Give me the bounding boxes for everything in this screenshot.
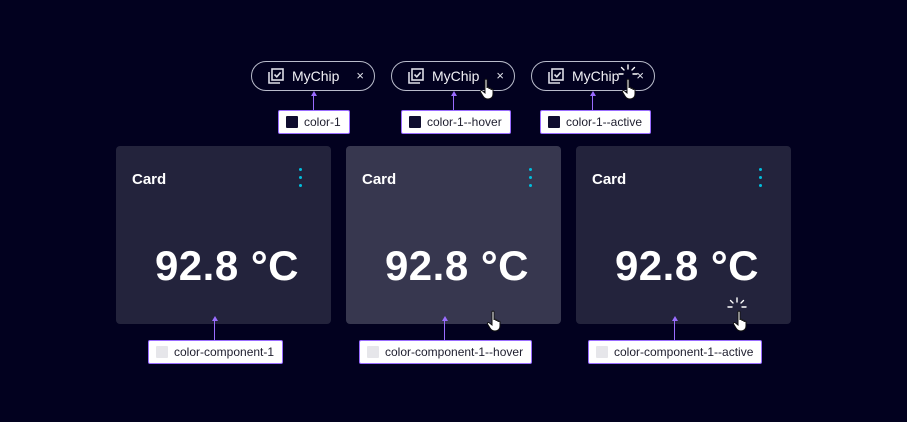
annotation-line xyxy=(592,95,593,111)
chip-default[interactable]: MyChip × xyxy=(251,61,375,91)
card-value: 92.8 °C xyxy=(614,242,759,289)
annotation-line xyxy=(313,95,314,111)
checkbox-stack-icon xyxy=(268,68,284,84)
color-swatch xyxy=(286,116,298,128)
color-token-label: color-component-1--active xyxy=(588,340,763,364)
annotation-arrow xyxy=(311,91,317,96)
color-swatch xyxy=(548,116,560,128)
color-token-label: color-1 xyxy=(278,110,350,134)
close-icon[interactable]: × xyxy=(356,68,364,84)
kebab-menu-icon[interactable] xyxy=(759,168,763,190)
token-name: color-component-1--hover xyxy=(385,345,524,359)
checkbox-stack-icon xyxy=(548,68,564,84)
annotation-arrow xyxy=(442,316,448,321)
card-default[interactable]: Card 92.8 °C xyxy=(116,146,331,324)
hand-pointer-icon xyxy=(486,310,501,332)
kebab-menu-icon[interactable] xyxy=(299,168,303,190)
chip-label: MyChip xyxy=(572,68,620,84)
annotation-line xyxy=(214,320,215,340)
checkbox-stack-icon xyxy=(408,68,424,84)
token-name: color-1--active xyxy=(566,115,643,129)
token-name: color-1--hover xyxy=(427,115,502,129)
annotation-line xyxy=(453,95,454,111)
annotation-line xyxy=(674,320,675,340)
color-swatch xyxy=(596,346,608,358)
color-swatch xyxy=(367,346,379,358)
kebab-menu-icon[interactable] xyxy=(529,168,533,190)
token-name: color-1 xyxy=(304,115,341,129)
card-title: Card xyxy=(592,171,627,188)
hand-pointer-icon xyxy=(479,78,494,100)
color-token-label: color-1--active xyxy=(540,110,652,134)
close-icon[interactable]: × xyxy=(496,68,504,84)
token-name: color-component-1--active xyxy=(614,345,754,359)
color-token-label: color-1--hover xyxy=(401,110,511,134)
color-token-label: color-component-1 xyxy=(148,340,284,364)
hand-pointer-icon xyxy=(732,310,747,332)
card-value: 92.8 °C xyxy=(384,242,529,289)
annotation-arrow xyxy=(451,91,457,96)
card-active[interactable]: Card 92.8 °C xyxy=(576,146,791,324)
chip-label: MyChip xyxy=(292,68,340,84)
chip-label: MyChip xyxy=(432,68,480,84)
annotation-arrow xyxy=(590,91,596,96)
annotation-line xyxy=(444,320,445,340)
card-hover[interactable]: Card 92.8 °C xyxy=(346,146,561,324)
color-token-label: color-component-1--hover xyxy=(359,340,533,364)
color-swatch xyxy=(156,346,168,358)
card-value: 92.8 °C xyxy=(154,242,299,289)
color-swatch xyxy=(409,116,421,128)
annotation-arrow xyxy=(212,316,218,321)
hand-pointer-icon xyxy=(621,78,636,100)
annotation-arrow xyxy=(672,316,678,321)
card-title: Card xyxy=(362,171,397,188)
token-name: color-component-1 xyxy=(174,345,275,359)
card-title: Card xyxy=(132,171,167,188)
